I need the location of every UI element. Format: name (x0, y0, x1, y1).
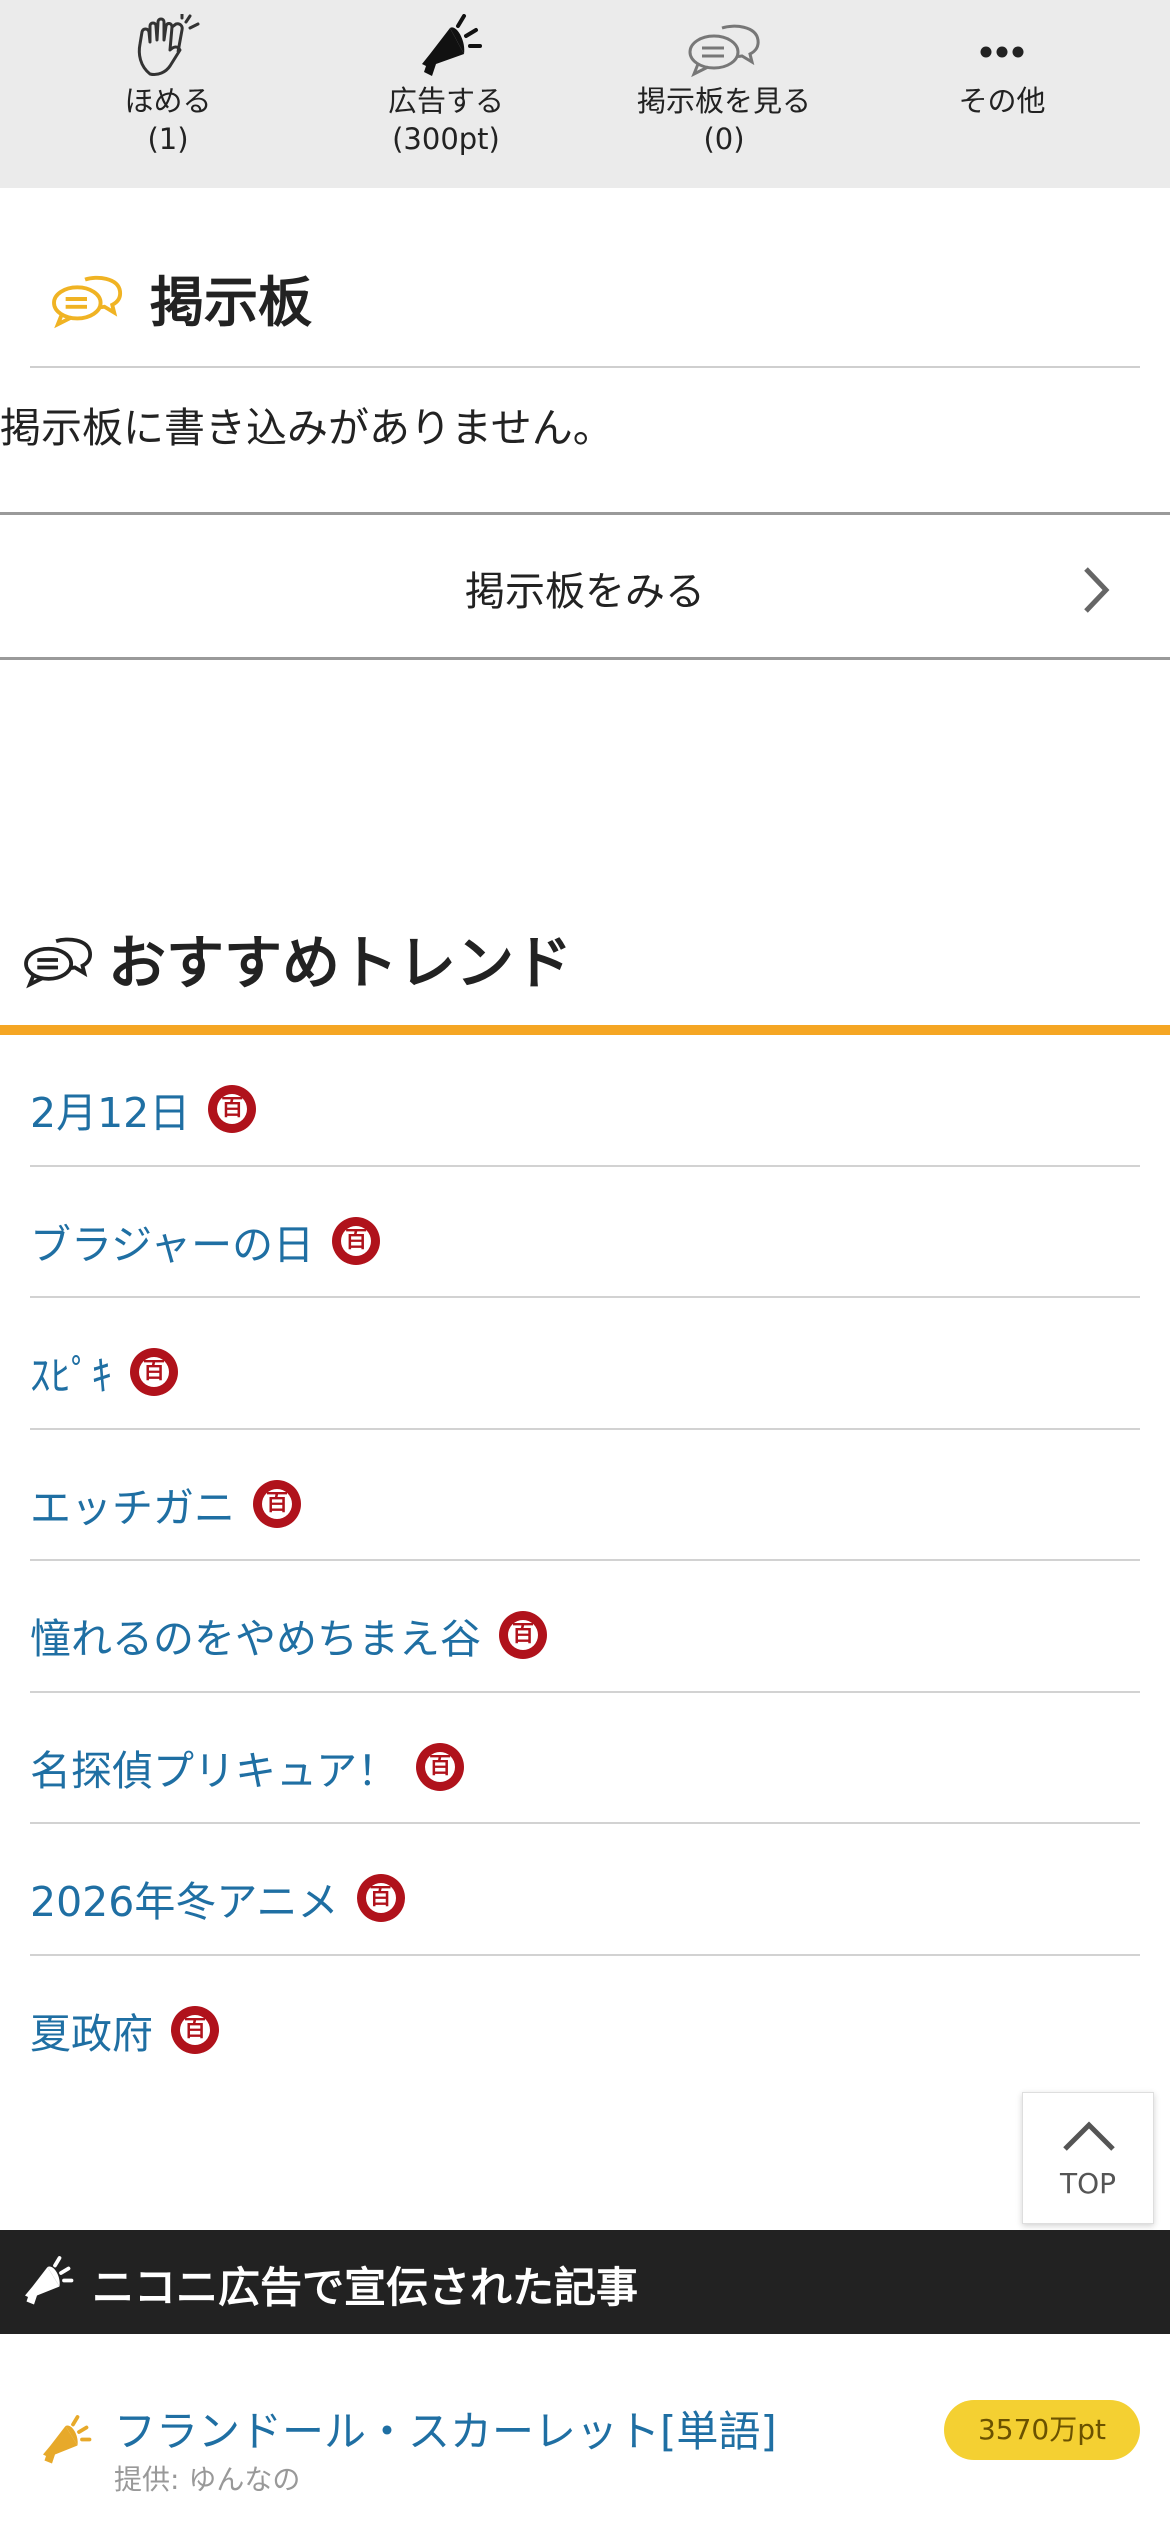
view-board-link[interactable]: 掲示板をみる (0, 512, 1170, 660)
dictionary-badge-icon: 百 (332, 1216, 381, 1265)
trend-link[interactable]: 2026年冬アニメ百 (30, 1868, 405, 1928)
megaphone-icon (25, 2256, 74, 2305)
dictionary-badge-icon: 百 (499, 1611, 547, 1659)
trend-link-label: 2026年冬アニメ (30, 1878, 339, 1926)
dictionary-badge-icon: 百 (171, 2005, 219, 2054)
dictionary-badge-icon: 百 (416, 1742, 465, 1791)
megaphone-icon (43, 2415, 92, 2464)
board-title: 掲示板 (150, 271, 312, 334)
trend-link-label: エッチガニ (30, 1483, 235, 1532)
trends-header: おすすめトレンド (0, 908, 1170, 1028)
dictionary-badge-icon: 百 (130, 1348, 178, 1396)
dictionary-badge-icon: 百 (208, 1085, 257, 1133)
trend-link[interactable]: 夏政府百 (30, 2000, 219, 2060)
clap-hands-icon (137, 14, 200, 76)
trend-link-label: 夏政府 (30, 2009, 153, 2058)
ads-header: ニコニ広告で宣伝された記事 (0, 2230, 1170, 2334)
chevron-up-icon (1063, 2121, 1115, 2151)
praise-label: ほめる (124, 84, 212, 118)
trend-link-label: ｽﾋﾟｷ (30, 1352, 112, 1400)
list-item: エッチガニ百 (30, 1430, 1140, 1561)
ad-points-badge: 3570万pt (944, 2400, 1140, 2460)
trends-list: 2月12日百 ブラジャーの日百 ｽﾋﾟｷ百 エッチガニ百 憧れるのをやめちまえ谷… (30, 1035, 1140, 2087)
divider (30, 366, 1140, 368)
list-item: 2026年冬アニメ百 (30, 1824, 1140, 1956)
ads-title: ニコニ広告で宣伝された記事 (92, 2263, 639, 2312)
list-item: ｽﾋﾟｷ 百 (30, 1298, 1140, 1430)
advertise-label: 広告する (387, 84, 504, 118)
ad-article-link[interactable]: フランドール・スカーレット[単語] (114, 2398, 777, 2459)
trend-link[interactable]: 2月12日百 (30, 1079, 257, 1139)
trend-link-label: 名探偵プリキュア！ (30, 1746, 399, 1795)
more-button[interactable]: その他 (892, 14, 1112, 174)
trend-link[interactable]: 名探偵プリキュア！ 百 (30, 1737, 465, 1797)
view-board-count: (0) (703, 122, 745, 156)
trend-link[interactable]: ｽﾋﾟｷ 百 (30, 1342, 178, 1402)
more-dots-icon (980, 46, 1024, 58)
trend-link[interactable]: ブラジャーの日百 (30, 1211, 381, 1271)
more-label: その他 (958, 84, 1046, 118)
chat-bubbles-icon (52, 275, 123, 329)
scroll-top-button[interactable]: TOP (1022, 2092, 1154, 2224)
dictionary-badge-icon: 百 (356, 1874, 405, 1922)
praise-button[interactable]: ほめる (1) (58, 14, 278, 174)
ad-item: フランドール・スカーレット[単語] 提供: ゆんなの 3570万pt (0, 2334, 1170, 2532)
trend-link[interactable]: 憧れるのをやめちまえ谷百 (30, 1605, 547, 1665)
trend-link-label: 憧れるのをやめちまえ谷 (30, 1615, 481, 1663)
action-bar: ほめる (1) 広告する (300pt) 掲示板を見る (0) その他 (0, 0, 1170, 188)
view-board-button[interactable]: 掲示板を見る (0) (614, 14, 834, 174)
board-empty-message: 掲示板に書き込みがありません。 (0, 404, 614, 452)
megaphone-icon (422, 14, 482, 76)
chevron-right-icon (1084, 567, 1110, 613)
list-item: 名探偵プリキュア！ 百 (30, 1693, 1140, 1824)
trends-title: おすすめトレンド (108, 929, 573, 997)
view-board-label: 掲示板を見る (636, 84, 811, 118)
board-header: 掲示板 (0, 252, 1170, 352)
chat-bubbles-icon (688, 24, 760, 78)
advertise-count: (300pt) (392, 122, 500, 156)
advertise-button[interactable]: 広告する (300pt) (336, 14, 556, 174)
praise-count: (1) (147, 122, 189, 156)
view-board-link-label: 掲示板をみる (465, 569, 705, 615)
trend-link[interactable]: エッチガニ百 (30, 1474, 301, 1534)
trends-accent-bar (0, 1025, 1170, 1035)
dictionary-badge-icon: 百 (253, 1479, 301, 1528)
ad-sponsor: 提供: ゆんなの (114, 2463, 301, 2496)
trend-link-label: 2月12日 (30, 1089, 191, 1137)
list-item: 夏政府百 (30, 1956, 1140, 2088)
trend-link-label: ブラジャーの日 (30, 1220, 315, 1269)
chat-bubbles-icon (24, 937, 92, 989)
list-item: 憧れるのをやめちまえ谷百 (30, 1561, 1140, 1693)
list-item: 2月12日百 (30, 1035, 1140, 1167)
list-item: ブラジャーの日百 (30, 1167, 1140, 1298)
scroll-top-label: TOP (1059, 2167, 1117, 2200)
